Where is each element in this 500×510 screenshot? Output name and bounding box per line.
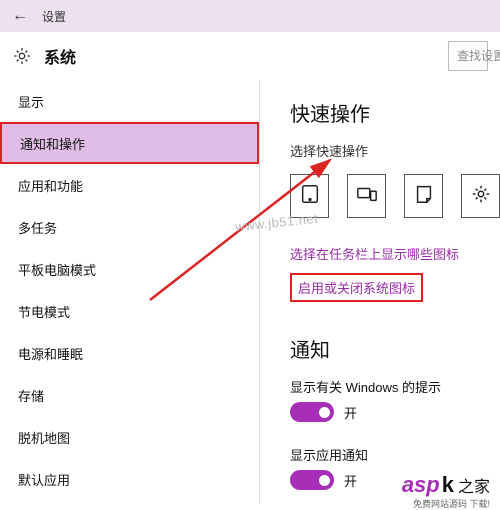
toggle-row-windows-tips: 显示有关 Windows 的提示 开 [290,377,500,427]
toggle-windows-tips[interactable]: 开 [290,402,357,422]
link-taskbar-icons[interactable]: 选择在任务栏上显示哪些图标 [290,244,500,263]
quick-action-settings[interactable] [461,174,500,218]
content-area: 显示 通知和操作 应用和功能 多任务 平板电脑模式 节电模式 电源和睡眠 存储 … [0,80,500,504]
section-title: 系统 [44,44,76,68]
quick-actions-sub: 选择快速操作 [290,141,500,160]
tablet-icon [299,183,321,210]
link-system-icons[interactable]: 启用或关闭系统图标 [290,273,423,302]
toggle-knob [319,407,330,418]
sidebar-item-offlinemaps[interactable]: 脱机地图 [0,416,259,458]
toggle-label: 显示应用通知 [290,445,500,464]
sidebar-item-label: 应用和功能 [18,176,83,195]
sidebar-item-defaultapps[interactable]: 默认应用 [0,458,259,500]
toggle-row-app-notify: 显示应用通知 开 [290,445,500,495]
sidebar-item-label: 通知和操作 [20,134,85,153]
back-icon[interactable]: ← [12,8,28,24]
quick-actions-title: 快速操作 [290,98,500,127]
connect-icon [356,183,378,210]
sidebar-item-power[interactable]: 电源和睡眠 [0,332,259,374]
toggle-label: 显示有关 Windows 的提示 [290,377,500,396]
title-bar: ← 设置 [0,0,500,32]
sidebar-item-apps[interactable]: 应用和功能 [0,164,259,206]
quick-action-connect[interactable] [347,174,386,218]
sidebar-item-label: 电源和睡眠 [18,344,83,363]
sidebar-item-display[interactable]: 显示 [0,80,259,122]
notifications-title: 通知 [290,334,500,363]
main-panel: 快速操作 选择快速操作 [260,80,500,504]
toggle-knob [319,475,330,486]
sidebar-item-label: 显示 [18,92,44,111]
sidebar-item-multitask[interactable]: 多任务 [0,206,259,248]
header: 系统 查找设置 [0,32,500,80]
quick-actions-row [290,174,500,218]
toggle-app-notify[interactable]: 开 [290,470,357,490]
quick-action-tablet[interactable] [290,174,329,218]
sidebar-item-notifications[interactable]: 通知和操作 [0,122,259,164]
sidebar-item-label: 脱机地图 [18,428,70,447]
quick-action-note[interactable] [404,174,443,218]
toggle-state: 开 [344,403,357,422]
sidebar-item-tablet[interactable]: 平板电脑模式 [0,248,259,290]
search-input[interactable]: 查找设置 [448,41,488,71]
gear-icon [470,183,492,210]
toggle-state: 开 [344,471,357,490]
toggle-track [290,470,334,490]
sidebar-item-label: 平板电脑模式 [18,260,96,279]
search-placeholder: 查找设置 [457,47,500,64]
sidebar-item-label: 多任务 [18,218,57,237]
sidebar-item-storage[interactable]: 存储 [0,374,259,416]
sidebar-item-label: 默认应用 [18,470,70,489]
sidebar-item-label: 节电模式 [18,302,70,321]
sidebar: 显示 通知和操作 应用和功能 多任务 平板电脑模式 节电模式 电源和睡眠 存储 … [0,80,260,504]
toggle-track [290,402,334,422]
sidebar-item-battery[interactable]: 节电模式 [0,290,259,332]
gear-icon [12,46,32,66]
sidebar-item-about[interactable]: 关于 [0,500,259,504]
note-icon [413,183,435,210]
window-title: 设置 [42,8,66,25]
sidebar-item-label: 存储 [18,386,44,405]
